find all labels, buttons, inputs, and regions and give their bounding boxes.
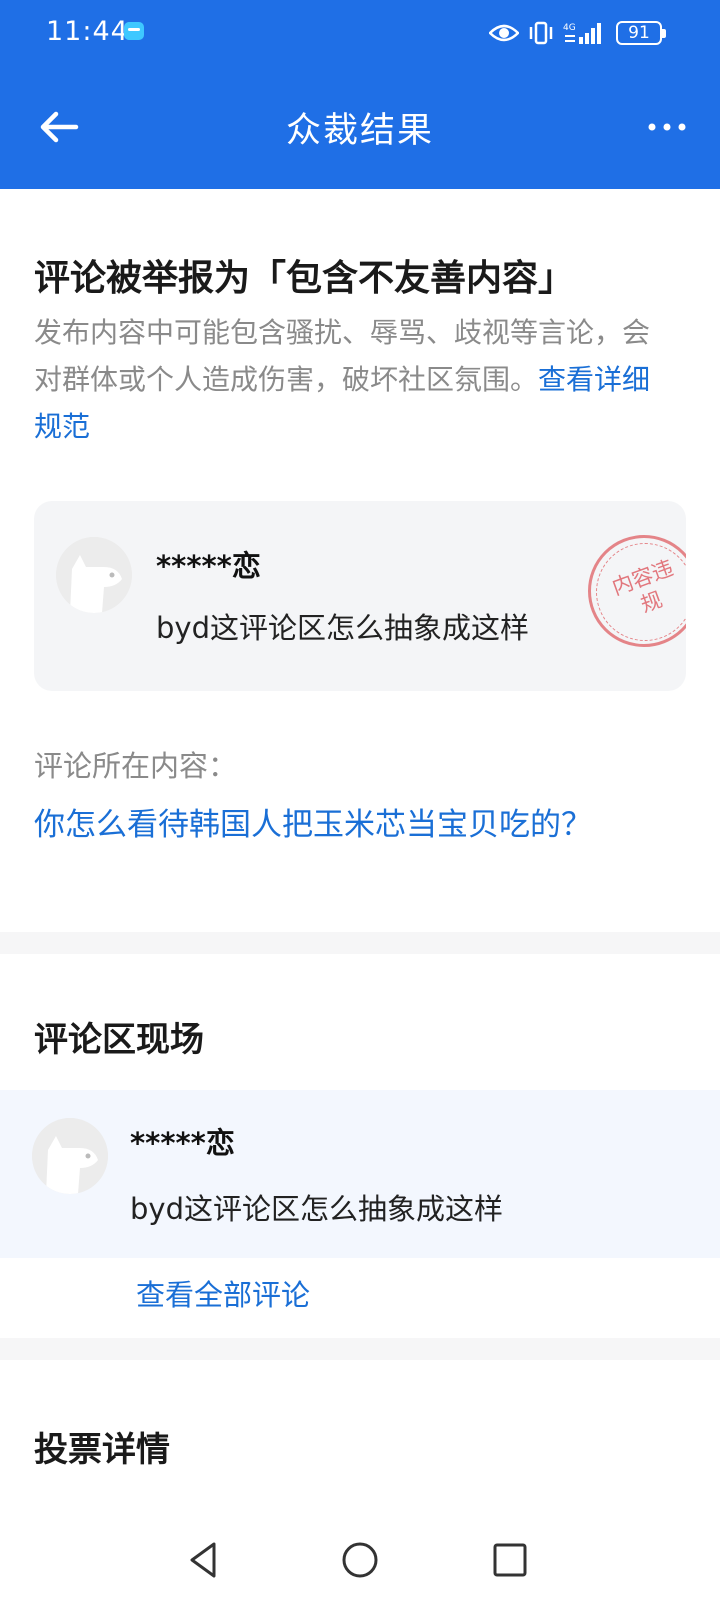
status-icons: 4G 91 <box>489 18 666 48</box>
recents-square-icon <box>493 1543 527 1577</box>
page-title: 众裁结果 <box>285 111 434 151</box>
more-button[interactable] <box>644 112 690 142</box>
svg-text:4G: 4G <box>563 23 576 33</box>
context-label: 评论所在内容： <box>34 749 238 783</box>
back-triangle-icon <box>190 1542 216 1578</box>
signal-4g-icon: 4G <box>563 21 607 45</box>
nav-home-button[interactable] <box>336 1536 384 1584</box>
report-description: 发布内容中可能包含骚扰、辱骂、歧视等言论，会对群体或个人造成伤害，破坏社区氛围。… <box>34 309 654 450</box>
stamp-text: 内容违规 <box>608 555 677 618</box>
comment-text: byd这评论区怎么抽象成这样 <box>130 1192 503 1226</box>
comment-text: byd这评论区怎么抽象成这样 <box>156 611 529 645</box>
home-circle-icon <box>342 1542 378 1578</box>
view-all-comments-link[interactable]: 查看全部评论 <box>136 1272 310 1314</box>
battery-icon: 91 <box>616 21 666 45</box>
message-icon <box>124 22 144 40</box>
status-bar: 11:44 4G 91 <box>0 0 720 66</box>
report-section: 评论被举报为「包含不友善内容」 发布内容中可能包含骚扰、辱骂、歧视等言论，会对群… <box>0 189 720 932</box>
violation-stamp: 内容违规 <box>588 535 686 647</box>
reported-comment-card[interactable]: *****恋 byd这评论区怎么抽象成这样 内容违规 <box>34 501 686 691</box>
avatar <box>56 537 132 613</box>
dog-avatar-icon <box>56 537 132 613</box>
context-link[interactable]: 你怎么看待韩国人把玉米芯当宝贝吃的？ <box>34 799 592 844</box>
report-title: 评论被举报为「包含不友善内容」 <box>34 258 575 299</box>
avatar <box>32 1118 108 1194</box>
nav-recents-button[interactable] <box>486 1536 534 1584</box>
status-time: 11:44 <box>46 16 129 47</box>
highlighted-comment[interactable]: *****恋 byd这评论区怎么抽象成这样 <box>0 1090 720 1258</box>
system-nav-bar <box>0 1520 720 1600</box>
dog-avatar-icon <box>32 1118 108 1194</box>
vibrate-icon <box>528 21 554 45</box>
eye-icon <box>489 23 519 43</box>
comment-username: *****恋 <box>130 1126 235 1160</box>
nav-back-button[interactable] <box>182 1536 230 1584</box>
app-header: 11:44 4G 91 众裁结果 <box>0 0 720 189</box>
section-divider <box>0 932 720 954</box>
comment-section-title: 评论区现场 <box>34 1020 204 1060</box>
comment-username: *****恋 <box>156 549 261 583</box>
top-app-bar: 众裁结果 <box>0 80 720 172</box>
section-divider <box>0 1338 720 1360</box>
vote-section-title: 投票详情 <box>34 1430 170 1470</box>
more-horizontal-icon <box>648 123 686 131</box>
